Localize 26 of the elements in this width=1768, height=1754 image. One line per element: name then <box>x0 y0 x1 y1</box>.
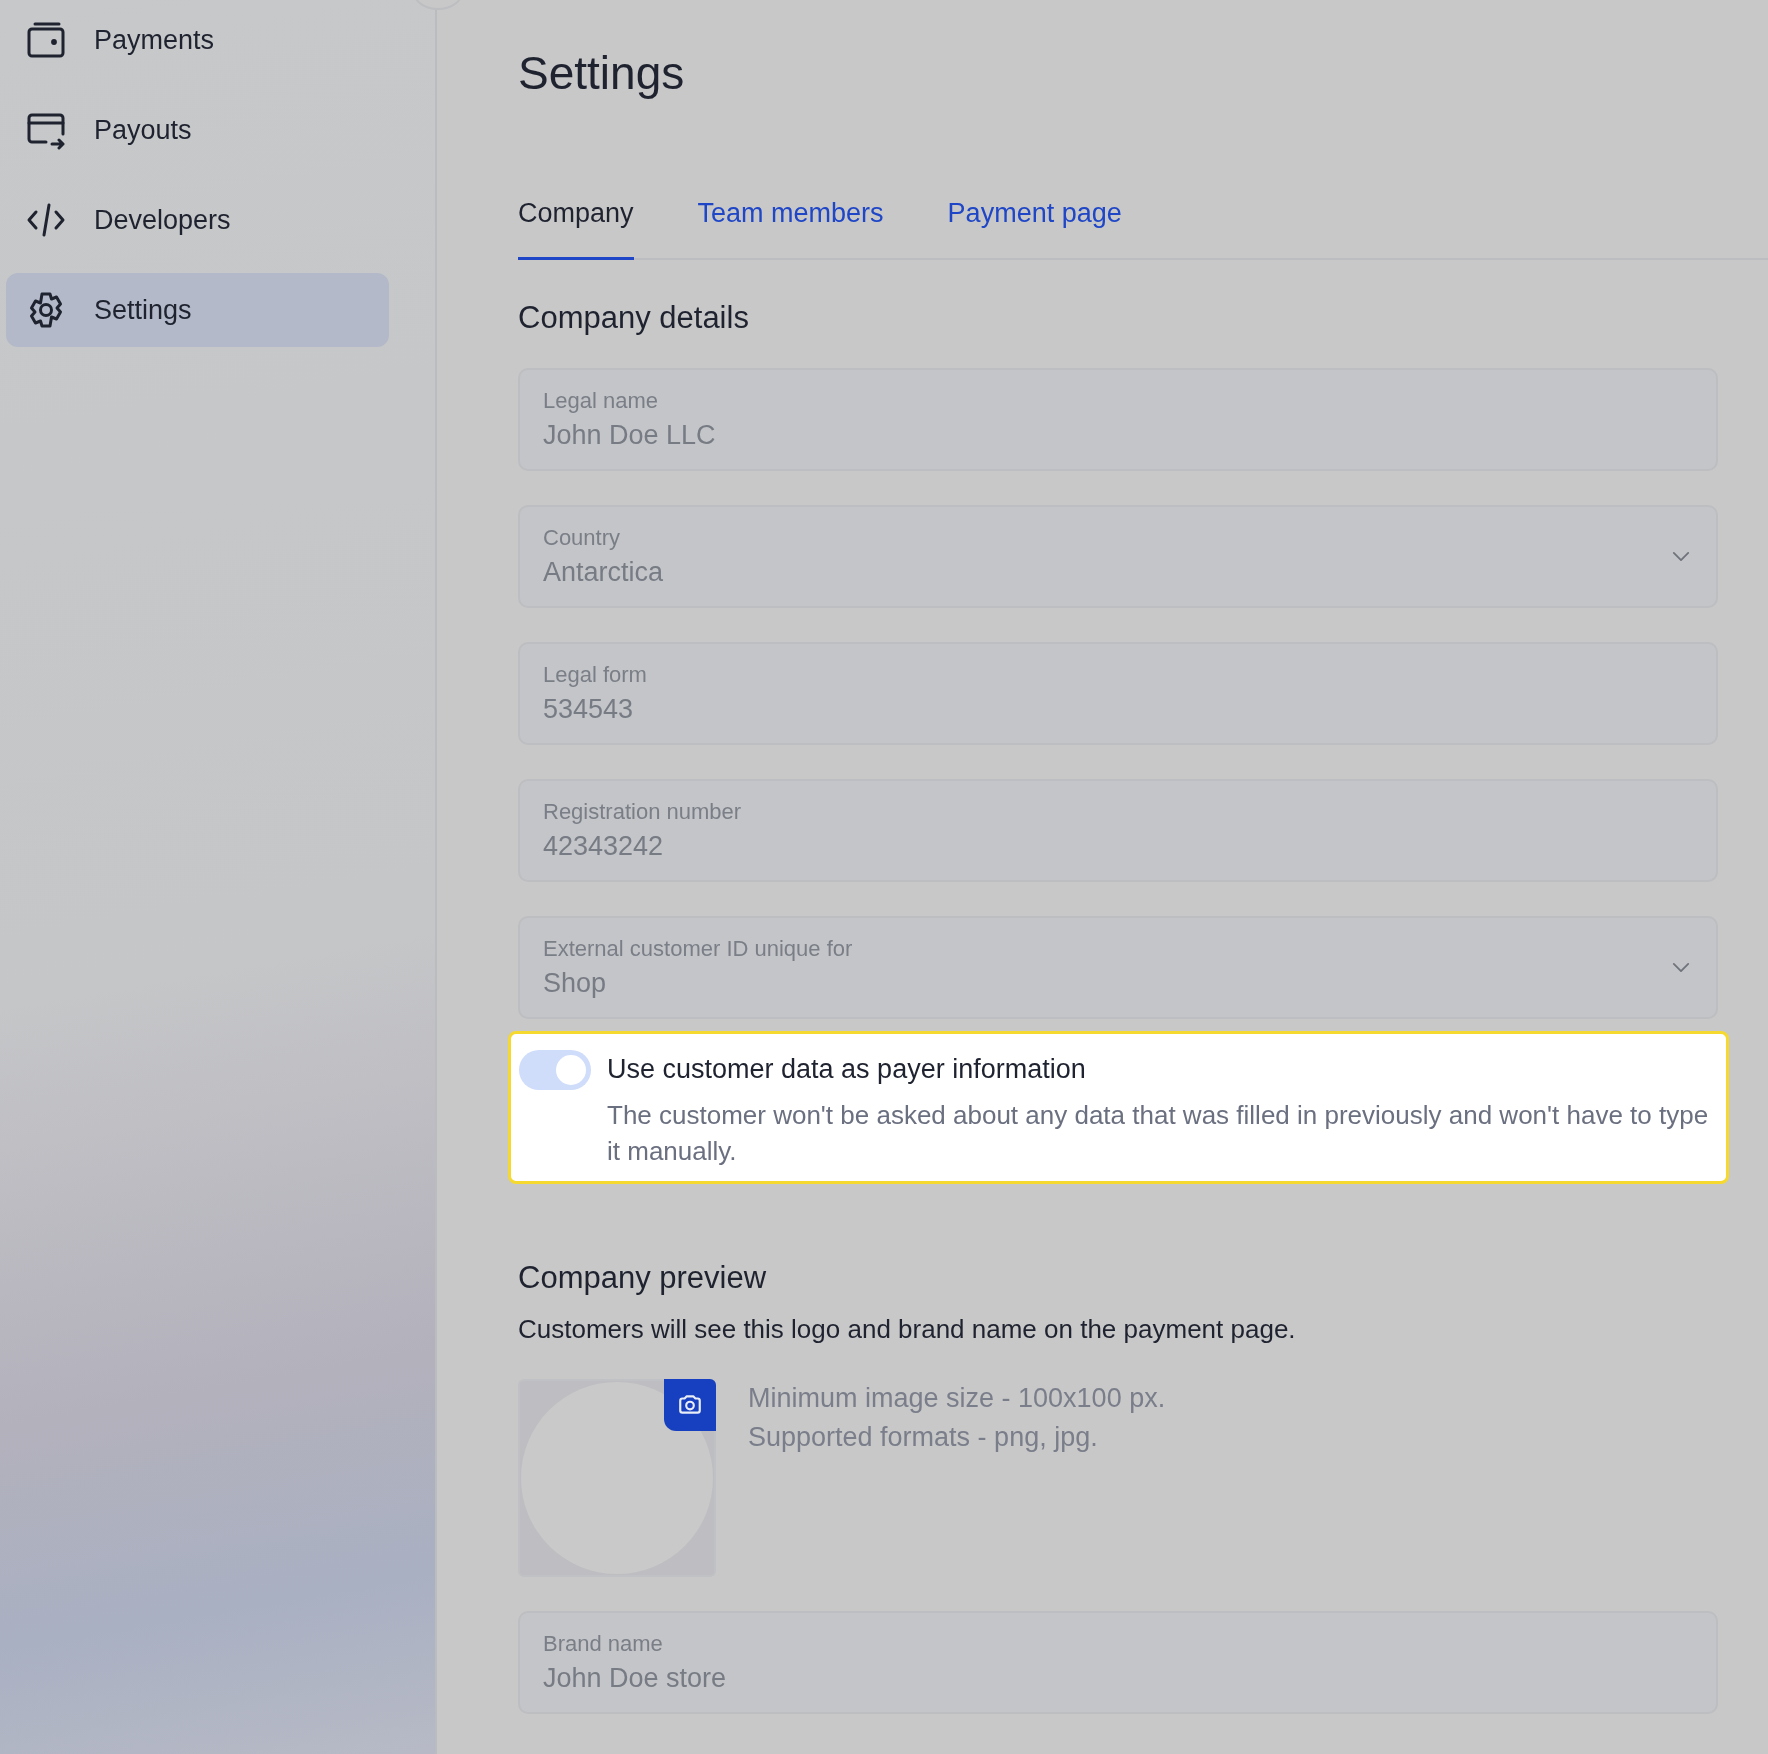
page-title: Settings <box>518 46 686 100</box>
sidebar-item[interactable]: Payouts <box>6 93 389 167</box>
toggle-label: Use customer data as payer information <box>607 1054 1087 1085</box>
wallet-icon <box>26 20 66 60</box>
section-heading: Company details <box>518 300 750 336</box>
chevron-down-icon <box>1672 551 1690 562</box>
input-field[interactable]: Brand name John Doe store <box>518 1611 1718 1714</box>
sidebar-item[interactable]: Payments <box>6 3 389 77</box>
input-field[interactable]: Legal name John Doe LLC <box>518 368 1718 471</box>
camera-button[interactable] <box>664 1379 716 1431</box>
hint-text: Supported formats - png, jpg. <box>748 1422 1099 1453</box>
sidebar-item[interactable]: Developers <box>6 183 389 257</box>
chevron-down-icon <box>1672 962 1690 973</box>
tab[interactable]: Company <box>518 198 634 260</box>
section-heading: Company preview <box>518 1260 768 1296</box>
select-field[interactable]: Country Antarctica <box>518 505 1718 608</box>
select-field[interactable]: External customer ID unique for Shop <box>518 916 1718 1019</box>
tab[interactable]: Payment page <box>947 198 1122 260</box>
input-field[interactable]: Legal form 534543 <box>518 642 1718 745</box>
sidebar-item[interactable]: Settings <box>6 273 389 347</box>
toggle-description: The customer won't be asked about any data that was filled in previously and won't have to type it manually. <box>607 1099 1710 1168</box>
hint-text: Minimum image size - 100x100 px. <box>748 1383 1166 1414</box>
input-field[interactable]: Registration number 42343242 <box>518 779 1718 882</box>
section-description: Customers will see this logo and brand name on the payment page. <box>518 1314 1297 1345</box>
toggle-switch[interactable] <box>519 1050 591 1090</box>
tab[interactable]: Team members <box>697 198 884 260</box>
